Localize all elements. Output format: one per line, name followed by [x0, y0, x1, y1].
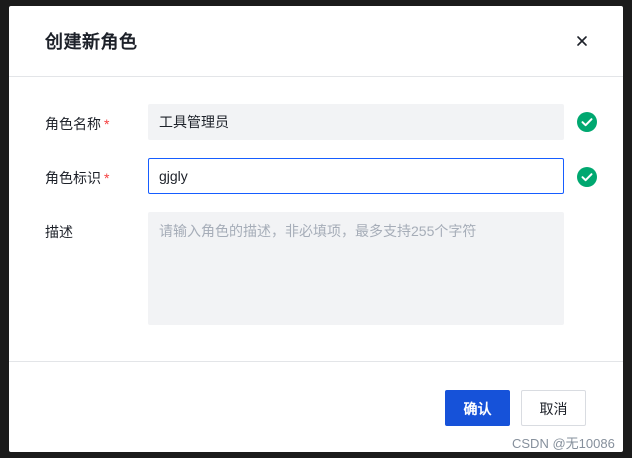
confirm-button[interactable]: 确认 [445, 390, 510, 426]
watermark: CSDN @无10086 [512, 436, 615, 451]
description-label: 描述 [45, 224, 73, 240]
role-name-label: 角色名称 * [45, 116, 110, 132]
dialog-title: 创建新角色 [45, 32, 138, 52]
dialog-header: 创建新角色 [9, 6, 623, 77]
role-key-label: 角色标识 * [45, 170, 110, 186]
form-row-role-name: 角色名称 * [9, 104, 623, 140]
close-icon [577, 36, 587, 46]
close-button[interactable] [572, 31, 592, 51]
description-textarea[interactable] [148, 212, 564, 325]
create-role-dialog: 创建新角色 角色名称* 角色标识* 描述 确认 取消 [9, 6, 623, 452]
role-key-input[interactable] [148, 158, 564, 194]
form-row-role-key: 角色标识 * [9, 158, 623, 194]
check-circle-icon [577, 167, 597, 187]
required-mark: * [104, 116, 110, 132]
check-circle-icon [577, 112, 597, 132]
role-name-input[interactable] [148, 104, 564, 140]
required-mark: * [104, 170, 110, 186]
cancel-button[interactable]: 取消 [521, 390, 586, 426]
